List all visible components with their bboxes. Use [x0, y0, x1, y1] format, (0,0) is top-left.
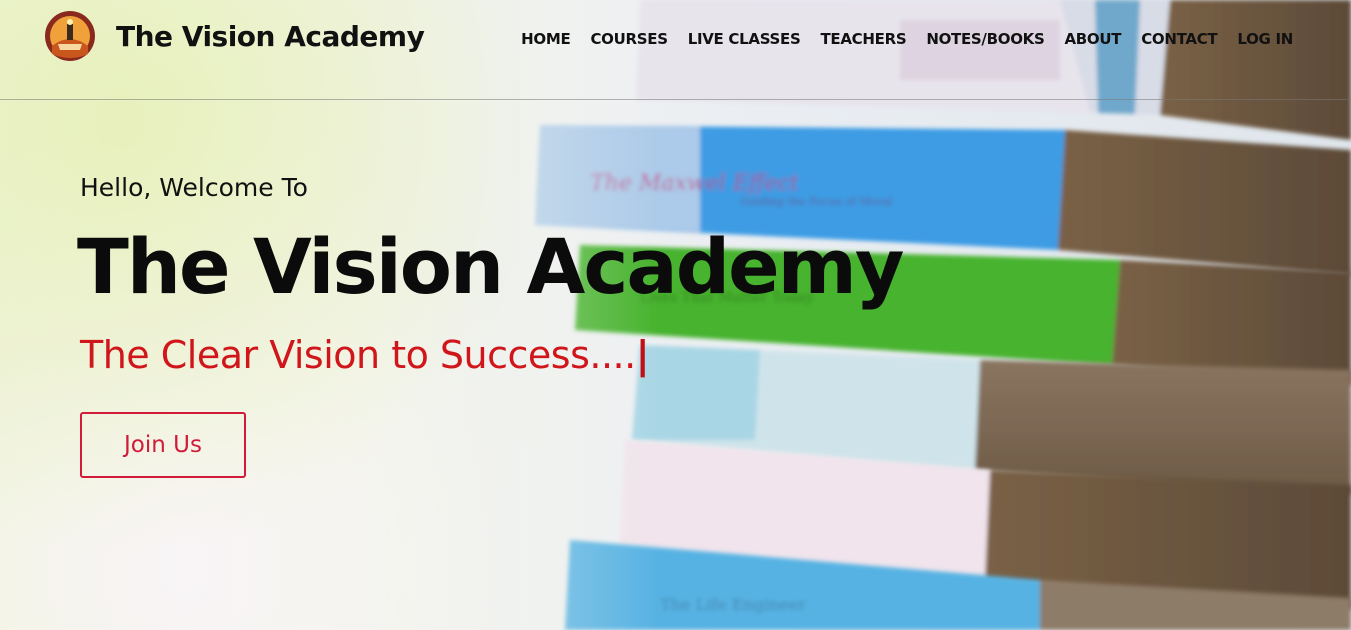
hero-greeting: Hello, Welcome To: [80, 173, 308, 202]
nav-link-live-classes[interactable]: LIVE CLASSES: [688, 30, 801, 48]
brand-name[interactable]: The Vision Academy: [116, 20, 425, 53]
nav-link-about[interactable]: ABOUT: [1064, 30, 1121, 48]
svg-text:The Life Engineer: The Life Engineer: [660, 595, 806, 614]
nav-link-courses[interactable]: COURSES: [590, 30, 668, 48]
nav-link-home[interactable]: HOME: [521, 30, 571, 48]
logo-emblem-icon: [45, 11, 95, 61]
page: The Maxwel Effect Guiding the Focus of M…: [0, 0, 1351, 630]
nav-link-contact[interactable]: CONTACT: [1141, 30, 1217, 48]
svg-text:Guiding the Focus of Moral: Guiding the Focus of Moral: [740, 195, 893, 208]
nav-link-login[interactable]: LOG IN: [1237, 30, 1293, 48]
hero-title: The Vision Academy: [77, 222, 904, 311]
tagline-text: The Clear Vision to Success....: [80, 333, 636, 377]
typing-caret: |: [635, 333, 650, 377]
main-menu: HOME COURSES LIVE CLASSES TEACHERS NOTES…: [521, 30, 1293, 48]
academy-logo[interactable]: [44, 10, 96, 62]
nav-link-notes-books[interactable]: NOTES/BOOKS: [926, 30, 1044, 48]
top-navbar: The Vision Academy HOME COURSES LIVE CLA…: [0, 0, 1351, 100]
hero-tagline: The Clear Vision to Success....|: [80, 333, 650, 377]
join-us-button[interactable]: Join Us: [80, 412, 246, 478]
nav-link-teachers[interactable]: TEACHERS: [820, 30, 906, 48]
